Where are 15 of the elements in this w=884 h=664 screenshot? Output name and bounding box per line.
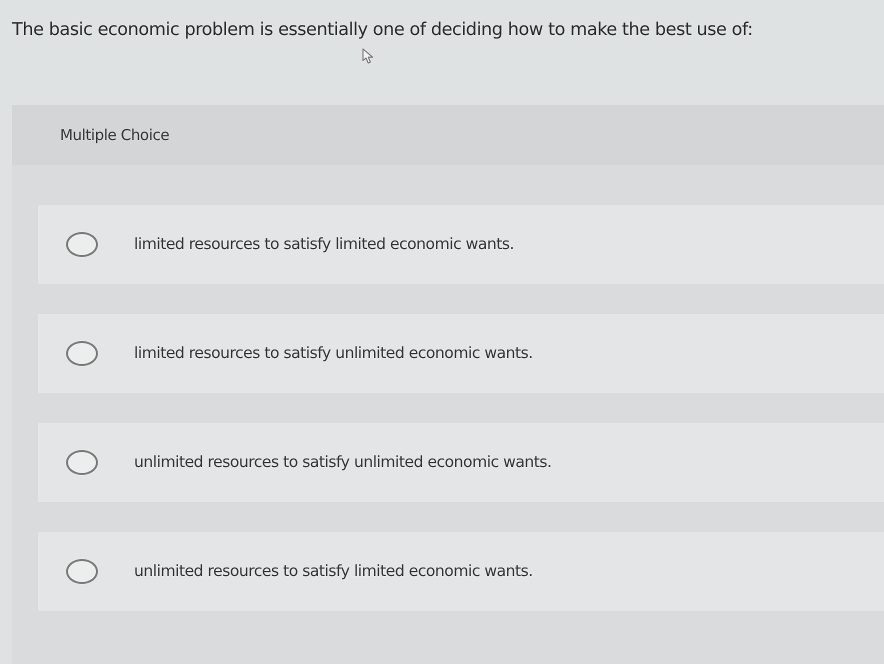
question-type-label: Multiple Choice: [60, 124, 170, 146]
answer-option[interactable]: limited resources to satisfy unlimited economic wants.: [38, 314, 884, 393]
answer-text: limited resources to satisfy unlimited economic wants.: [134, 342, 533, 364]
mouse-pointer-icon: [362, 48, 376, 64]
radio-button[interactable]: [66, 232, 98, 257]
question-text: The basic economic problem is essentially one of deciding how to make the best use of:: [12, 20, 753, 42]
radio-button[interactable]: [66, 450, 98, 475]
answer-option[interactable]: limited resources to satisfy limited economic wants.: [38, 205, 884, 284]
answer-text: unlimited resources to satisfy unlimited economic wants.: [134, 452, 552, 473]
radio-button[interactable]: [66, 559, 98, 584]
answer-text: limited resources to satisfy limited economic wants.: [134, 234, 514, 255]
radio-button[interactable]: [66, 341, 98, 366]
answer-text: unlimited resources to satisfy limited economic wants.: [134, 560, 533, 582]
answer-option[interactable]: unlimited resources to satisfy limited economic wants.: [38, 532, 884, 611]
answer-option[interactable]: unlimited resources to satisfy unlimited economic wants.: [38, 423, 884, 502]
